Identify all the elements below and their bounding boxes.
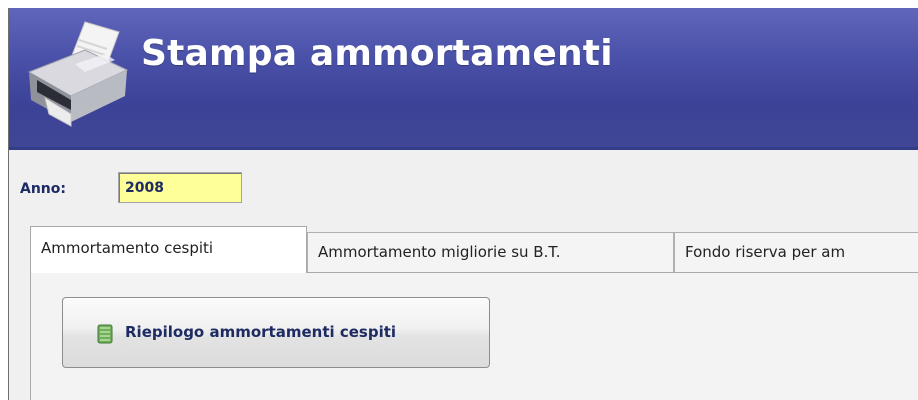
page-title: Stampa ammortamenti xyxy=(141,33,613,74)
anno-field[interactable] xyxy=(118,172,242,203)
report-book-icon xyxy=(97,324,113,344)
header-divider xyxy=(9,147,918,150)
tab-fondo-riserva[interactable]: Fondo riserva per am xyxy=(674,232,918,272)
tab-strip: Ammortamento cespiti Ammortamento miglio… xyxy=(30,226,918,273)
tab-ammortamento-cespiti[interactable]: Ammortamento cespiti xyxy=(30,226,307,273)
riepilogo-ammortamenti-button[interactable]: Riepilogo ammortamenti cespiti xyxy=(62,297,490,368)
header-banner: Stampa ammortamenti xyxy=(9,8,918,150)
report-button-label: Riepilogo ammortamenti cespiti xyxy=(125,323,397,341)
anno-label: Anno: xyxy=(20,181,66,197)
printer-icon xyxy=(15,18,135,133)
tab-ammortamento-migliorie[interactable]: Ammortamento migliorie su B.T. xyxy=(307,232,674,272)
